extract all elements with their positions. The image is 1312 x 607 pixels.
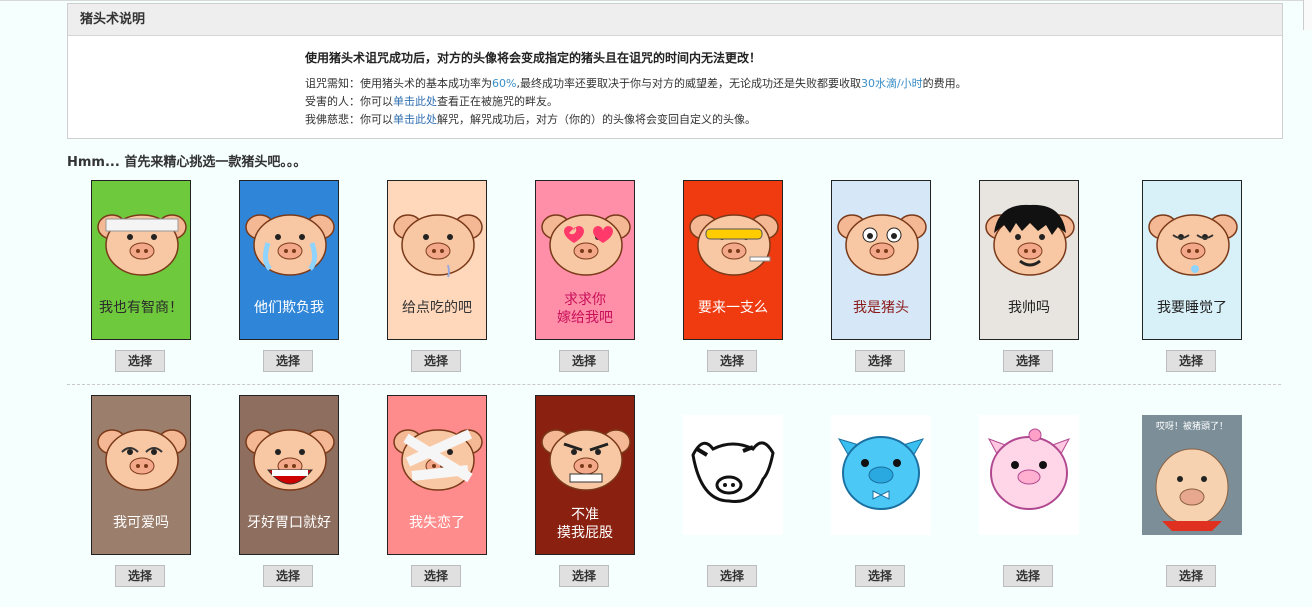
pig-card[interactable]: 要来一支么 [683,180,783,340]
pig-caption: 哎呀！被猪頭了！ [1155,422,1228,432]
info-line-uncurse: 我佛慈悲：你可以单击此处解咒，解咒成功后，对方（你的）的头像将会变回自定义的头像… [305,111,1265,129]
select-button[interactable]: 选择 [855,350,905,372]
select-button[interactable]: 选择 [707,350,757,372]
pig-option: 我是猪头 选择 [831,180,931,375]
pig-card[interactable]: 他们欺负我 [239,180,339,340]
uncurse-text-b: 解咒，解咒成功后，对方（你的）的头像将会变回自定义的头像。 [437,113,756,126]
pig-row-2: 我可爱吗 选择 牙好胃口就好 选择 我失恋了 选择 不准 摸我屁股 选择 选择 选择 选择 哎呀！被猪… [0,395,1312,600]
select-button[interactable]: 选择 [263,565,313,587]
blue-pig-icon[interactable] [831,395,931,555]
pig-option: 我也有智商！ 选择 [91,180,191,375]
pig-option: 选择 [831,395,931,590]
pig-card[interactable]: 牙好胃口就好 [239,395,339,555]
pig-option: 给点吃的吧 选择 [387,180,487,375]
pig-caption: 我也有智商！ [99,300,183,316]
pig-caption: 不准 摸我屁股 [557,507,613,541]
headband-icon [92,203,190,283]
angry-icon [536,418,634,498]
pig-caption: 我可爱吗 [113,515,169,531]
pig-option: 不准 摸我屁股 选择 [535,395,635,590]
pig-option: 哎呀！被猪頭了！ 选择 [1142,395,1242,590]
sunglasses-icon [684,203,782,283]
select-button[interactable]: 选择 [1003,350,1053,372]
pink-pig-icon[interactable] [979,395,1079,555]
select-button[interactable]: 选择 [115,565,165,587]
happy-eyes-icon [92,418,190,498]
cartoon-pig-icon[interactable]: 哎呀！被猪頭了！ [1142,395,1242,555]
select-button[interactable]: 选择 [559,350,609,372]
info-line-rules: 诅咒需知：使用猪头术的基本成功率为60%,最终成功率还要取决于你与对方的威望差，… [305,75,1265,93]
spell-info-panel: 猪头术说明 使用猪头术诅咒成功后，对方的头像将会变成指定的猪头且在诅咒的时间内无… [67,3,1283,139]
pig-card[interactable]: 我是猪头 [831,180,931,340]
pig-card[interactable]: 我要睡觉了 [1142,180,1242,340]
pig-row-1: 我也有智商！ 选择 他们欺负我 选择 给点吃的吧 选择 求求你 嫁给我吧 选择 要来一支么 选择我… [0,180,1312,385]
cost-value: 30水滴/小时 [860,77,923,90]
select-button[interactable]: 选择 [707,565,757,587]
pig-card[interactable]: 我帅吗 [979,180,1079,340]
pig-card[interactable]: 我可爱吗 [91,395,191,555]
silly-face-icon [832,203,930,283]
info-line-victims: 受害的人：你可以单击此处查看正在被施咒的畔友。 [305,93,1265,111]
victims-text-a: 受害的人：你可以 [305,95,393,108]
uncurse-link[interactable]: 单击此处 [393,113,437,126]
select-button[interactable]: 选择 [115,350,165,372]
scrollbar-stub [1303,0,1312,30]
pig-option: 我可爱吗 选择 [91,395,191,590]
big-mouth-icon [240,418,338,498]
pig-option: 选择 [979,395,1079,590]
panel-body: 使用猪头术诅咒成功后，对方的头像将会变成指定的猪头且在诅咒的时间内无法更改！ 诅… [305,49,1265,129]
pig-card[interactable]: 我失恋了 [387,395,487,555]
uncurse-text-a: 我佛慈悲：你可以 [305,113,393,126]
rules-text-c: 的费用。 [922,77,967,90]
pig-caption: 我失恋了 [409,515,465,531]
pig-caption: 要来一支么 [698,300,768,316]
pig-option: 牙好胃口就好 选择 [239,395,339,590]
pig-card[interactable]: 求求你 嫁给我吧 [535,180,635,340]
pig-option: 要来一支么 选择 [683,180,783,375]
pig-card[interactable]: 给点吃的吧 [387,180,487,340]
select-button[interactable]: 选择 [1003,565,1053,587]
select-button[interactable]: 选择 [411,565,461,587]
select-button[interactable]: 选择 [1166,350,1216,372]
bandage-icon [388,418,486,498]
rules-text-a: 诅咒需知：使用猪头术的基本成功率为 [305,77,492,90]
select-button[interactable]: 选择 [855,565,905,587]
pig-caption: 他们欺负我 [254,300,324,316]
select-button[interactable]: 选择 [559,565,609,587]
choose-prompt: Hmm... 首先来精心挑选一款猪头吧。。。 [67,155,307,170]
heart-eyes-icon [536,203,634,283]
pig-card[interactable]: 我也有智商！ [91,180,191,340]
rules-text-b: ,最终成功率还要取决于你与对方的威望差，无论成功还是失败都要收取 [516,77,861,90]
panel-title: 猪头术说明 [68,4,1282,36]
warning-text: 使用猪头术诅咒成功后，对方的头像将会变成指定的猪头且在诅咒的时间内无法更改！ [305,51,762,65]
ink-sketch-pig-icon[interactable] [683,395,783,555]
pig-caption: 我是猪头 [853,300,909,316]
success-rate: 60% [492,77,517,90]
victims-text-b: 查看正在被施咒的畔友。 [437,95,558,108]
tears-icon [240,203,338,283]
pig-caption: 我要睡觉了 [1157,300,1227,316]
select-button[interactable]: 选择 [411,350,461,372]
pig-caption: 牙好胃口就好 [247,515,331,531]
pig-caption: 求求你 嫁给我吧 [557,292,613,326]
row-divider [67,384,1281,385]
select-button[interactable]: 选择 [263,350,313,372]
pig-caption: 给点吃的吧 [402,300,472,316]
drool-icon [388,203,486,283]
pig-option: 我帅吗 选择 [979,180,1079,375]
sleepy-icon [1143,203,1241,283]
hair-icon [980,203,1078,283]
pig-option: 我要睡觉了 选择 [1142,180,1242,375]
pig-option: 求求你 嫁给我吧选择 [535,180,635,375]
pig-option: 我失恋了 选择 [387,395,487,590]
pig-option: 他们欺负我 选择 [239,180,339,375]
view-victims-link[interactable]: 单击此处 [393,95,437,108]
pig-option: 选择 [683,395,783,590]
pig-caption: 我帅吗 [1008,300,1050,316]
top-border [0,0,1312,1]
pig-card[interactable]: 不准 摸我屁股 [535,395,635,555]
select-button[interactable]: 选择 [1166,565,1216,587]
